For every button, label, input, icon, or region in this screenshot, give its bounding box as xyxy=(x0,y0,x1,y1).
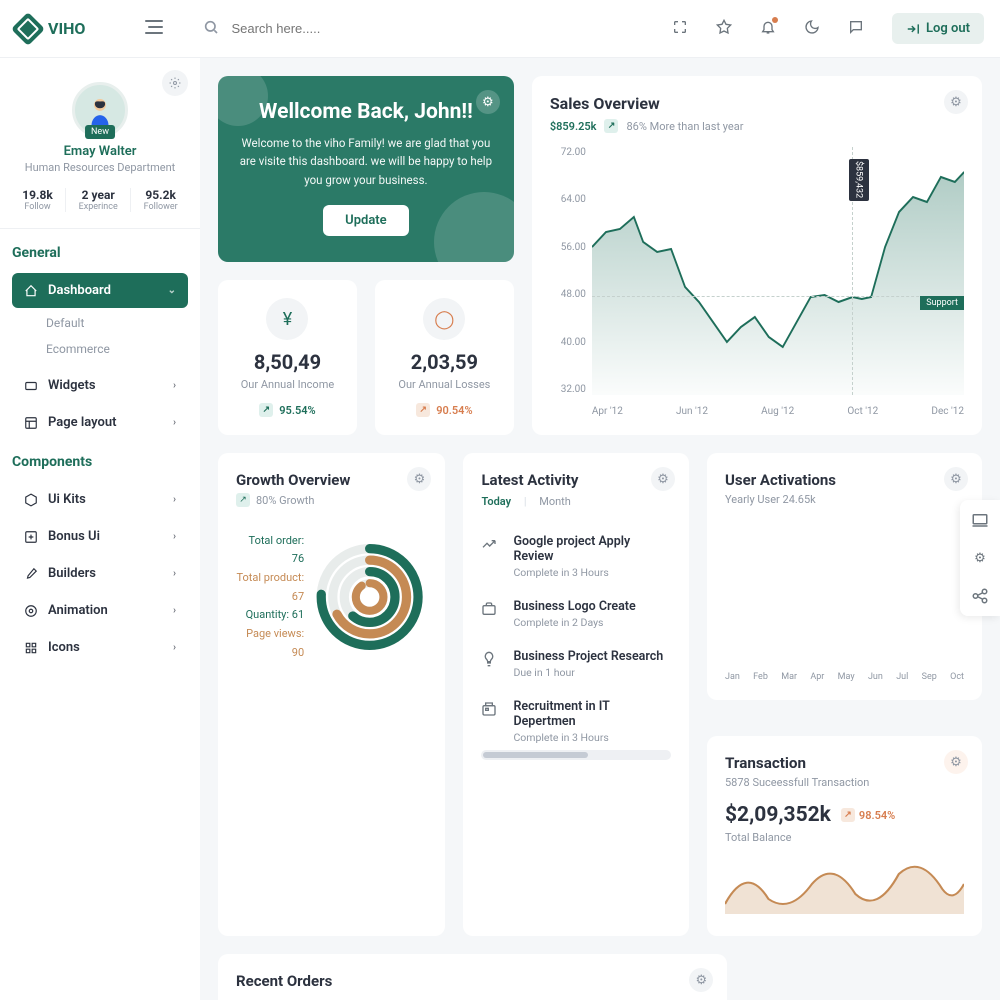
nav-default[interactable]: Default xyxy=(46,310,188,336)
share-icon[interactable] xyxy=(968,584,992,608)
fullscreen-icon[interactable] xyxy=(672,19,688,39)
activity-item[interactable]: Business Project ResearchDue in 1 hour xyxy=(481,639,671,689)
nav-section-general: General xyxy=(12,245,188,261)
logout-label: Log out xyxy=(926,21,970,36)
income-card: ¥ 8,50,49 Our Annual Income ↗95.54% xyxy=(218,280,357,435)
activity-item[interactable]: Google project Apply ReviewComplete in 3… xyxy=(481,524,671,589)
avatar[interactable]: New xyxy=(72,82,128,138)
gear-icon[interactable]: ⚙ xyxy=(689,968,713,992)
nav-section-components: Components xyxy=(12,454,188,470)
logout-button[interactable]: Log out xyxy=(892,13,984,44)
bell-icon[interactable] xyxy=(760,19,776,39)
nav-builders[interactable]: Builders› xyxy=(12,556,188,591)
ball-icon: ◯ xyxy=(423,298,465,340)
recent-orders-card: ⚙ Recent Orders Name Date Quantity Value… xyxy=(218,954,727,1000)
brand-text: VIHO xyxy=(48,19,85,38)
nav-dashboard[interactable]: Dashboard⌄ xyxy=(12,273,188,308)
nav-widgets[interactable]: Widgets› xyxy=(12,368,188,403)
gear-icon[interactable]: ⚙ xyxy=(476,90,500,114)
moon-icon[interactable] xyxy=(804,19,820,39)
laptop-icon[interactable] xyxy=(968,508,992,532)
welcome-body: Welcome to the viho Family! we are glad … xyxy=(236,134,496,189)
nav-icons[interactable]: Icons› xyxy=(12,630,188,665)
growth-card: ⚙ Growth Overview ↗80% Growth Total orde… xyxy=(218,453,445,936)
profile-dept: Human Resources Department xyxy=(16,161,184,174)
activity-item[interactable]: Recruitment in IT DepertmenComplete in 3… xyxy=(481,689,671,744)
gear-icon[interactable]: ⚙ xyxy=(968,546,992,570)
gear-icon[interactable]: ⚙ xyxy=(944,90,968,114)
logo-icon xyxy=(11,12,45,46)
star-icon[interactable] xyxy=(716,19,732,39)
user-activations-card: ⚙ User Activations Yearly User 24.65k Ja… xyxy=(707,453,982,700)
sales-title: Sales Overview xyxy=(550,94,964,113)
profile-settings-icon[interactable] xyxy=(162,70,188,96)
brand-logo[interactable]: VIHO xyxy=(16,17,85,41)
profile-name: Emay Walter xyxy=(16,144,184,159)
float-panel: ⚙ xyxy=(960,500,1000,616)
welcome-card: ⚙ Wellcome Back, John!! Welcome to the v… xyxy=(218,76,514,262)
yen-icon: ¥ xyxy=(266,298,308,340)
transaction-card: ⚙ Transaction 5878 Suceessfull Transacti… xyxy=(707,736,982,936)
nav-pagelayout[interactable]: Page layout› xyxy=(12,405,188,440)
search-icon xyxy=(203,19,219,39)
tab-month[interactable]: Month xyxy=(539,495,571,508)
activity-card: ⚙ Latest Activity Today | Month Google p… xyxy=(463,453,689,936)
welcome-title: Wellcome Back, John!! xyxy=(236,100,496,124)
chat-icon[interactable] xyxy=(848,19,864,39)
gear-icon[interactable]: ⚙ xyxy=(944,467,968,491)
nav-animation[interactable]: Animation› xyxy=(12,593,188,628)
gear-icon[interactable]: ⚙ xyxy=(651,467,675,491)
sales-card: ⚙ Sales Overview $859.25k ↗ 86% More tha… xyxy=(532,76,982,435)
losses-card: ◯ 2,03,59 Our Annual Losses ↗90.54% xyxy=(375,280,514,435)
nav-bonusui[interactable]: Bonus Ui› xyxy=(12,519,188,554)
search-input[interactable] xyxy=(231,21,431,36)
gear-icon[interactable]: ⚙ xyxy=(944,750,968,774)
update-button[interactable]: Update xyxy=(323,205,409,236)
new-badge: New xyxy=(85,125,115,139)
nav-uikits[interactable]: Ui Kits› xyxy=(12,482,188,517)
scrollbar[interactable] xyxy=(481,750,671,760)
tab-today[interactable]: Today xyxy=(481,495,511,508)
activity-item[interactable]: Business Logo CreateComplete in 2 Days xyxy=(481,589,671,639)
menu-toggle-icon[interactable] xyxy=(145,20,163,38)
gear-icon[interactable]: ⚙ xyxy=(407,467,431,491)
nav-ecommerce[interactable]: Ecommerce xyxy=(46,336,188,362)
